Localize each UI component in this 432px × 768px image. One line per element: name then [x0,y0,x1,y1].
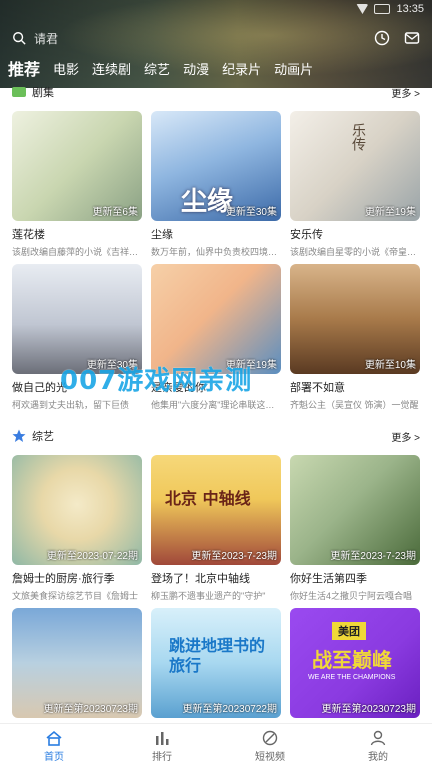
poster-image: 尘缘 更新至30集 [151,111,281,221]
nav-label: 排行 [152,751,172,763]
poster-title-text: 跳进地理书的旅行 [169,636,266,675]
card-description: 该剧改编自藤萍的小说《吉祥纹莲花楼》 [12,247,142,257]
nav-profile[interactable]: 我的 [324,724,432,768]
video-card[interactable]: 北京 中轴线 更新至2023-7-23期 登场了！北京中轴线 柳玉鹏不遗事业遗产… [151,455,281,602]
tab-cartoon[interactable]: 动画片 [274,59,313,78]
episode-badge: 更新至第20230723期 [43,704,139,715]
tv-icon [12,87,26,97]
user-icon [370,730,386,745]
episode-badge: 更新至19集 [364,207,416,218]
episode-badge: 更新至第20230722期 [182,704,278,715]
episode-badge: 更新至第20230723期 [321,704,417,715]
tab-documentary[interactable]: 纪录片 [222,59,261,78]
card-title: 莲花楼 [12,229,45,241]
poster-image: 更新至10集 [290,264,420,374]
episode-badge: 更新至2023-07-22期 [46,551,138,562]
poster-image: 北京 中轴线 更新至2023-7-23期 [151,455,281,565]
bottom-nav: 首页 排行 短视频 我的 [0,723,432,768]
video-card[interactable]: 更新至6集 莲花楼 该剧改编自藤萍的小说《吉祥纹莲花楼》 [12,111,142,258]
status-bar: 13:35 [356,0,424,18]
ranking-icon [156,731,169,745]
poster-image: 更新至6集 [12,111,142,221]
poster-title-text: 北京 中轴线 [165,489,251,508]
search-placeholder[interactable]: 请君 [34,30,58,47]
poster-title-text: 乐传 [350,123,366,151]
nav-ranking[interactable]: 排行 [108,724,216,768]
poster-image: 更新至第20230723期 [12,608,142,718]
section-title: 综艺 [32,431,54,443]
nav-label: 首页 [44,751,64,763]
nav-home[interactable]: 首页 [0,724,108,768]
video-card[interactable]: 跳进地理书的旅行 更新至第20230722期 [151,608,281,718]
search-bar[interactable]: 请君 [12,28,420,48]
card-title: 你好生活第四季 [290,573,367,585]
card-title: 部署不如意 [290,382,345,394]
more-link[interactable]: 更多 > [391,85,420,100]
video-card[interactable]: 更新至2023-07-22期 詹姆士的厨房·旅行季 文旅美食探访综艺节目《詹姆士 [12,455,142,602]
nav-label: 短视频 [255,751,285,763]
poster-image: 更新至30集 [12,264,142,374]
video-card[interactable]: 乐传 更新至19集 安乐传 该剧改编自星零的小说《帝皇书》 [290,111,420,258]
video-card[interactable]: 美团 战至巅峰 WE ARE THE CHAMPIONS 更新至第2023072… [290,608,420,718]
history-icon[interactable] [374,30,390,46]
status-time: 13:35 [396,3,424,15]
watermark-text: 007游戏网亲测 [60,366,253,396]
poster-title-text: 战至巅峰 [312,648,392,672]
card-title: 詹姆士的厨房·旅行季 [12,573,115,585]
battery-icon [374,4,391,14]
poster-image: 美团 战至巅峰 WE ARE THE CHAMPIONS 更新至第2023072… [290,608,420,718]
nav-label: 我的 [368,751,388,763]
compass-icon [262,730,278,745]
episode-badge: 更新至10集 [364,360,416,371]
message-icon[interactable] [404,30,420,46]
poster-image: 更新至2023-7-23期 [290,455,420,565]
tab-anime[interactable]: 动漫 [183,59,209,78]
search-icon [13,32,26,45]
wifi-icon [356,4,369,14]
card-description: 他集用"六度分离"理论串联这三个 [151,400,281,410]
episode-badge: 更新至30集 [225,207,277,218]
category-tabs: 推荐 电影 连续剧 综艺 动漫 纪录片 动画片 [8,56,424,80]
tab-movie[interactable]: 电影 [53,59,79,78]
poster-subtitle-text: WE ARE THE CHAMPIONS [308,674,396,681]
card-title: 尘缘 [151,229,173,241]
card-description: 柯欢遇到丈夫出轨，留下巨债 [12,400,130,410]
more-link[interactable]: 更多 > [391,429,420,444]
episode-badge: 更新至2023-7-23期 [330,551,416,562]
nav-short-video[interactable]: 短视频 [216,724,324,768]
card-description: 柳玉鹏不遗事业遗产的"守护" [151,591,266,601]
video-card[interactable]: 更新至10集 部署不如意 齐魁公主（吴宣仪 饰演）一觉醒 [290,264,420,411]
card-description: 数万年前，仙界中负责校四境功德 [151,247,281,257]
card-description: 齐魁公主（吴宣仪 饰演）一觉醒 [290,400,419,410]
section-header-series: 剧集 更多 > [12,82,420,102]
card-description: 该剧改编自星零的小说《帝皇书》 [290,247,420,257]
video-card[interactable]: 更新至第20230723期 [12,608,142,718]
home-icon [46,730,62,746]
star-icon [12,429,26,442]
section-header-variety: 综艺 更多 > [12,426,420,446]
episode-badge: 更新至2023-7-23期 [191,551,277,562]
card-description: 文旅美食探访综艺节目《詹姆士 [12,591,139,601]
card-description: 你好生活4之撒贝宁阿云嘎合唱 [290,591,413,601]
tab-variety[interactable]: 综艺 [144,59,170,78]
poster-image: 更新至2023-07-22期 [12,455,142,565]
poster-image: 跳进地理书的旅行 更新至第20230722期 [151,608,281,718]
card-title: 安乐传 [290,229,323,241]
card-title: 登场了！北京中轴线 [151,573,250,585]
tab-recommend[interactable]: 推荐 [8,56,40,80]
video-card[interactable]: 尘缘 更新至30集 尘缘 数万年前，仙界中负责校四境功德 [151,111,281,258]
video-card[interactable]: 更新至2023-7-23期 你好生活第四季 你好生活4之撒贝宁阿云嘎合唱 [290,455,420,602]
section-title: 剧集 [32,87,54,99]
tab-series[interactable]: 连续剧 [92,59,131,78]
episode-badge: 更新至6集 [92,207,138,218]
meituan-logo: 美团 [332,622,366,640]
poster-image: 乐传 更新至19集 [290,111,420,221]
poster-image: 更新至19集 [151,264,281,374]
